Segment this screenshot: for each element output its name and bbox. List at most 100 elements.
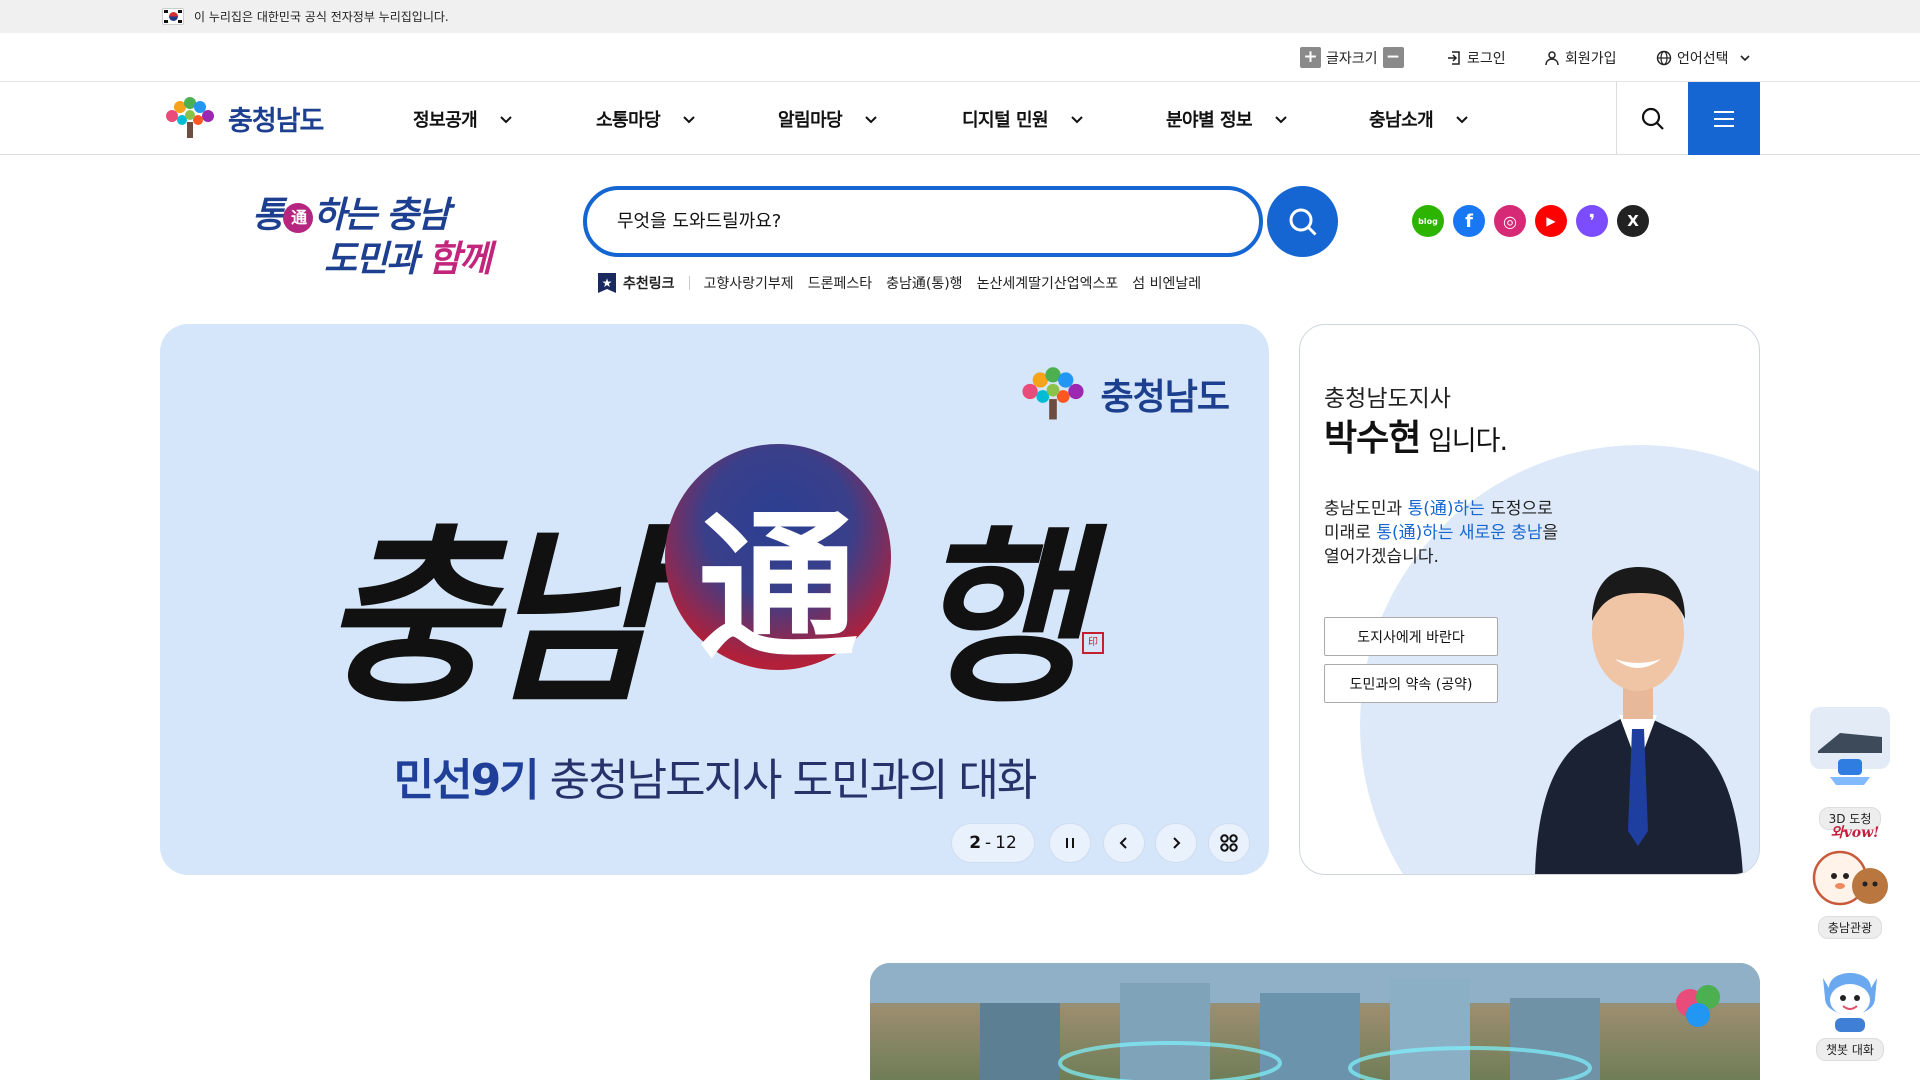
slogan-badge: 通 <box>283 203 314 233</box>
tree-logo-icon <box>166 97 214 138</box>
recommended-link[interactable]: 고향사랑기부제 <box>704 273 794 293</box>
slide-prev-button[interactable] <box>1103 823 1145 863</box>
hero-subtitle: 민선9기 충청남도지사 도민과의 대화 <box>160 744 1269 808</box>
slogan-text: 통 <box>252 194 285 236</box>
chevron-left-icon <box>1119 837 1127 849</box>
search-icon <box>1641 107 1664 130</box>
menu-label: 정보공개 <box>413 109 478 131</box>
mascot-icon <box>1812 850 1888 906</box>
search-icon <box>1289 208 1317 236</box>
hero-brand-text: 충청남도 <box>1100 377 1230 418</box>
gov-banner-text[interactable]: 이 누리집은 대한민국 공식 전자정부 누리집입니다. <box>194 8 449 25</box>
pause-icon <box>1066 838 1074 848</box>
font-size-label: 글자크기 <box>1326 50 1378 67</box>
float-3d-cityhall[interactable]: 3D 도청 <box>1810 707 1890 830</box>
search-input[interactable] <box>617 211 1217 232</box>
slide-view-all-button[interactable] <box>1208 823 1250 863</box>
chevron-down-icon <box>683 115 695 123</box>
sns-label: blog <box>1418 216 1438 226</box>
slide-pause-button[interactable] <box>1049 823 1091 863</box>
governor-name-text: 박수현 <box>1324 418 1421 459</box>
menu-digital-civil[interactable]: 디지털 민원 <box>962 82 1084 155</box>
nav-search-button[interactable] <box>1616 82 1688 155</box>
menu-label: 소통마당 <box>596 109 661 131</box>
menu-notice[interactable]: 알림마당 <box>778 82 878 155</box>
menu-label: 충남소개 <box>1369 109 1434 131</box>
font-decrease-button[interactable]: − <box>1382 47 1404 68</box>
instagram-icon[interactable]: ◎ <box>1494 205 1526 237</box>
sns-label: X <box>1627 212 1639 230</box>
language-label: 언어선택 <box>1677 50 1729 67</box>
sns-label: ▶ <box>1546 214 1556 228</box>
governor-name: 박수현 입니다. <box>1324 409 1508 461</box>
slide-next-button[interactable] <box>1155 823 1197 863</box>
login-link[interactable]: 로그인 <box>1446 33 1506 82</box>
slogan-logo: 통 通 하는 충남 도민과 함께 <box>252 186 492 280</box>
chevron-right-icon <box>1173 837 1181 849</box>
slide-total: 12 <box>995 833 1017 853</box>
x-icon[interactable]: X <box>1617 205 1649 237</box>
request-to-governor-button[interactable]: 도지사에게 바란다 <box>1324 617 1498 656</box>
menu-about[interactable]: 충남소개 <box>1369 82 1469 155</box>
slide-current: 2 <box>969 833 982 853</box>
recommended-link[interactable]: 드론페스타 <box>808 273 872 293</box>
facebook-icon[interactable]: f <box>1453 205 1485 237</box>
promo-banner-image[interactable] <box>870 963 1760 1080</box>
site-logo[interactable]: 충청남도 <box>160 96 324 140</box>
hero-subtitle-rest: 충청남도지사 도민과의 대화 <box>537 755 1038 806</box>
message-text: 미래로 <box>1324 523 1377 543</box>
menu-communication[interactable]: 소통마당 <box>596 82 696 155</box>
hero-brand: 충청남도 <box>1013 366 1230 422</box>
message-text: 열어가겠습니다. <box>1324 547 1439 567</box>
hamburger-icon <box>1714 110 1734 127</box>
message-text: 충남도민과 <box>1324 499 1408 519</box>
building-3d-icon <box>1810 707 1890 785</box>
logo-text: 충청남도 <box>228 105 324 137</box>
blog-icon[interactable]: blog <box>1412 205 1444 237</box>
hero-big-left: 충남 <box>320 506 660 729</box>
menu-field-info[interactable]: 분야별 정보 <box>1166 82 1288 155</box>
font-size-control: + 글자크기 − <box>1300 33 1404 82</box>
chevron-down-icon <box>1275 115 1287 123</box>
font-increase-button[interactable]: + <box>1300 47 1321 68</box>
governor-title: 충청남도지사 <box>1324 386 1451 412</box>
recommended-title: 추천링크 <box>623 276 675 292</box>
float-label: 충남관광 <box>1817 916 1883 939</box>
menu-info-disclosure[interactable]: 정보공개 <box>413 82 513 155</box>
chevron-down-icon <box>1456 115 1468 123</box>
chevron-down-icon <box>1739 54 1750 61</box>
recommended-link[interactable]: 충남通(통)행 <box>886 273 962 293</box>
chevron-down-icon <box>1071 115 1083 123</box>
recommended-link[interactable]: 논산세계딸기산업엑스포 <box>977 273 1119 293</box>
login-label: 로그인 <box>1467 50 1506 67</box>
hero-slider[interactable]: 충청남도 충남 행 通 印 민선9기 충청남도지사 도민과의 대화 2 - 12 <box>160 324 1269 875</box>
chatbot-mascot-icon <box>1823 973 1877 1032</box>
all-menu-button[interactable] <box>1688 82 1760 155</box>
menu-label: 알림마당 <box>778 109 843 131</box>
slide-separator: - <box>985 833 992 853</box>
menu-label: 분야별 정보 <box>1166 109 1253 131</box>
pledges-button[interactable]: 도민과의 약속 (공약) <box>1324 664 1498 703</box>
float-tourism[interactable]: 와vow! 충남관광 <box>1810 822 1890 939</box>
search-submit-button[interactable] <box>1267 186 1338 257</box>
star-icon: ★ <box>598 273 616 293</box>
tourism-tag: 와vow! <box>1830 825 1880 841</box>
governor-portrait <box>1535 567 1743 874</box>
message-highlight: 통(通)하는 <box>1407 499 1485 519</box>
slide-pagination: 2 - 12 <box>951 823 1035 863</box>
signup-link[interactable]: 회원가입 <box>1544 33 1617 82</box>
tree-logo-icon <box>1021 367 1084 420</box>
hero-big-center: 通 <box>697 493 858 681</box>
grid-icon <box>1220 834 1238 852</box>
recommended-link[interactable]: 섬 비엔날레 <box>1132 273 1201 293</box>
talk-icon[interactable]: ❜ <box>1576 205 1608 237</box>
youtube-icon[interactable]: ▶ <box>1535 205 1567 237</box>
main-search-box <box>583 186 1263 257</box>
hero-emblem-circle: 通 <box>665 444 891 681</box>
float-chatbot[interactable]: 챗봇 대화 <box>1810 958 1890 1061</box>
language-select[interactable]: 언어선택 <box>1656 33 1756 82</box>
gov-official-banner: 이 누리집은 대한민국 공식 전자정부 누리집입니다. <box>0 0 1920 33</box>
signup-label: 회원가입 <box>1565 50 1617 67</box>
hero-big-right: 행 <box>910 506 1085 729</box>
sns-label: ❜ <box>1588 210 1596 232</box>
